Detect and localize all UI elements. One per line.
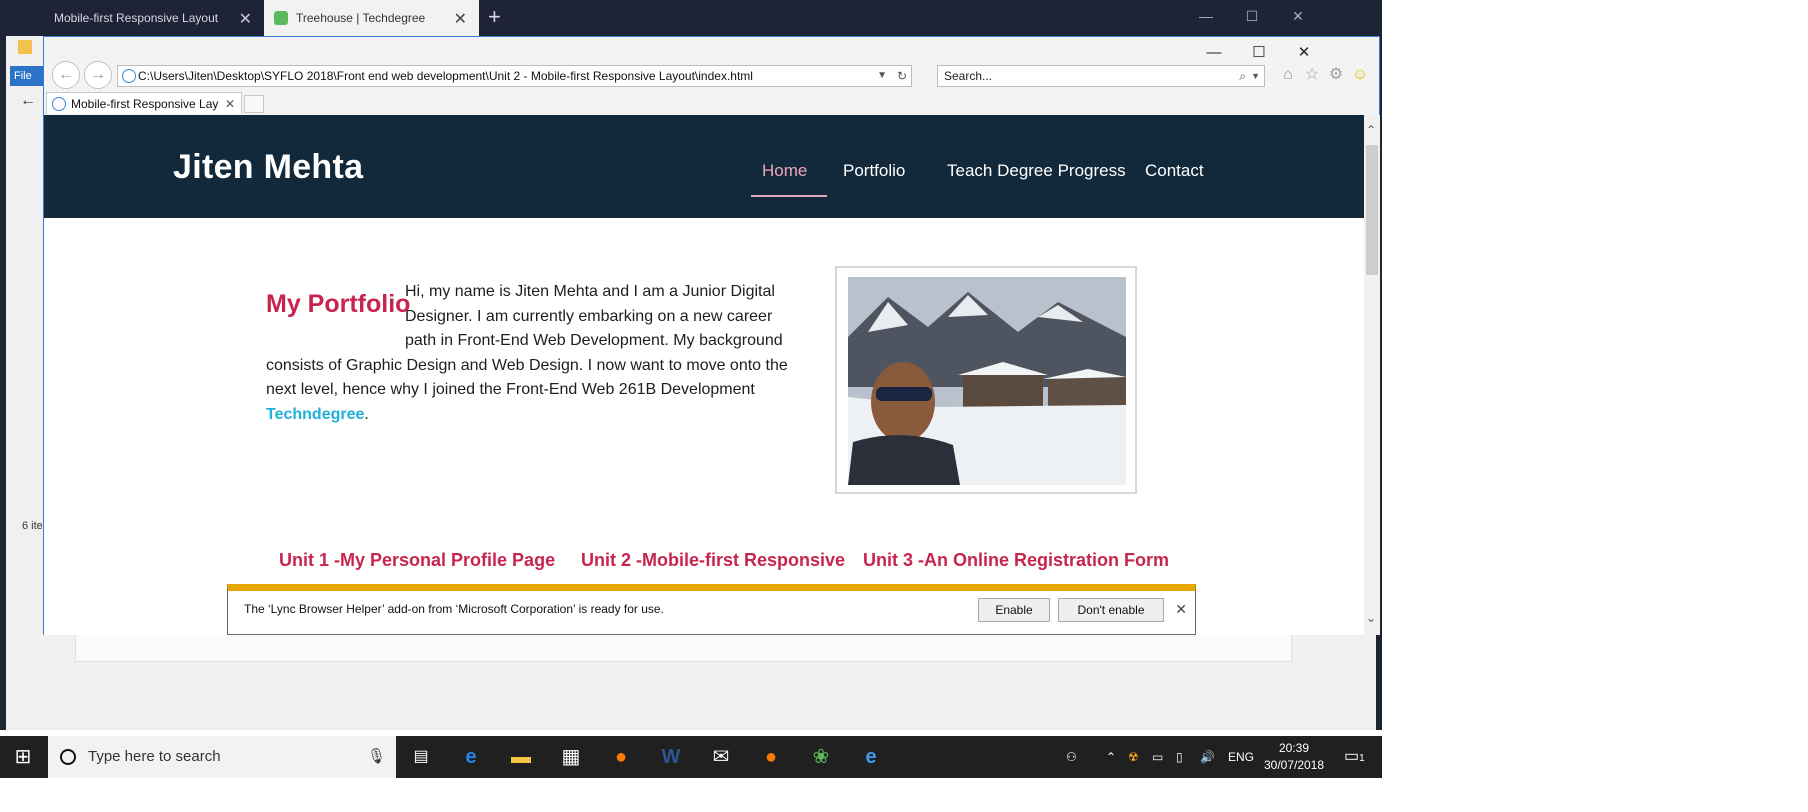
close-icon[interactable]: ✕ xyxy=(1291,43,1317,63)
language-indicator[interactable]: ENG xyxy=(1228,736,1254,778)
nav-contact[interactable]: Contact xyxy=(1145,161,1204,181)
chevron-up-icon[interactable]: ⌃ xyxy=(1106,736,1116,778)
notification-count: 1 xyxy=(1359,753,1365,764)
clock[interactable]: 20:39 30/07/2018 xyxy=(1262,740,1326,774)
nav-home[interactable]: Home xyxy=(762,161,807,181)
explorer-status: 6 ite xyxy=(22,520,43,532)
addon-notification-bar: The ‘Lync Browser Helper’ add-on from ‘M… xyxy=(227,584,1196,635)
battery-icon[interactable]: ▭ xyxy=(1152,736,1163,778)
nav-teach-degree-progress[interactable]: Teach Degree Progress xyxy=(947,161,1126,181)
home-icon[interactable]: ⌂ xyxy=(1278,65,1298,85)
windows-taskbar: ⊞ Type here to search 🎙 ▤ e ▬ ▦ ● W ✉ ● … xyxy=(0,736,1382,778)
maximize-icon[interactable]: ☐ xyxy=(1246,43,1272,63)
minimize-icon[interactable]: — xyxy=(1201,43,1227,63)
address-url: C:\Users\Jiten\Desktop\SYFLO 2018\Front … xyxy=(138,69,753,83)
search-input[interactable]: Search... ⌕ ▼ xyxy=(937,65,1265,87)
smiley-icon[interactable]: ☺ xyxy=(1350,65,1370,85)
treehouse-icon[interactable]: ❀ xyxy=(808,744,834,770)
store-icon[interactable]: ▦ xyxy=(558,744,584,770)
action-center-icon[interactable]: ▭1 xyxy=(1344,736,1365,778)
close-icon[interactable]: ✕ xyxy=(454,9,467,29)
unit-1-heading[interactable]: Unit 1 -My Personal Profile Page xyxy=(279,550,555,571)
bg-tab-label: Treehouse | Techdegree xyxy=(296,11,426,25)
firefox-icon[interactable]: ● xyxy=(758,744,784,770)
taskbar-search-placeholder: Type here to search xyxy=(88,748,221,765)
taskbar-search-input[interactable]: Type here to search 🎙 xyxy=(48,736,396,778)
nav-portfolio[interactable]: Portfolio xyxy=(843,161,905,181)
close-icon[interactable]: ✕ xyxy=(1286,6,1310,26)
active-nav-underline xyxy=(751,195,827,197)
vertical-scrollbar[interactable]: ⌃ ⌄ xyxy=(1364,115,1380,635)
search-placeholder: Search... xyxy=(944,69,993,83)
back-arrow-icon[interactable]: ← xyxy=(20,92,36,110)
bg-tab-label: Mobile-first Responsive Layout xyxy=(54,11,219,25)
close-icon[interactable]: ✕ xyxy=(225,93,235,115)
page-viewport: Jiten Mehta Home Portfolio Teach Degree … xyxy=(44,115,1364,635)
close-icon[interactable]: ✕ xyxy=(1175,601,1187,618)
unit-2-heading[interactable]: Unit 2 -Mobile-first Responsive xyxy=(581,550,845,571)
enable-button[interactable]: Enable xyxy=(978,598,1050,622)
close-icon[interactable]: ✕ xyxy=(239,9,252,29)
file-explorer-icon[interactable]: ▬ xyxy=(508,744,534,770)
site-header: Jiten Mehta Home Portfolio Teach Degree … xyxy=(44,115,1364,218)
bg-tab-treehouse[interactable]: Treehouse | Techdegree ✕ xyxy=(264,0,479,36)
site-brand[interactable]: Jiten Mehta xyxy=(173,148,363,187)
clock-date: 30/07/2018 xyxy=(1263,758,1325,772)
tray-app-icon[interactable]: ☢ xyxy=(1128,736,1139,778)
firefox-icon[interactable]: ● xyxy=(608,744,634,770)
volume-icon[interactable]: 🔊 xyxy=(1200,736,1215,778)
people-icon[interactable]: ⚇ xyxy=(1066,736,1077,778)
ie-tab-mobile-first[interactable]: Mobile-first Responsive Lay ✕ xyxy=(46,92,242,114)
ie-page-icon xyxy=(52,97,66,111)
internet-explorer-icon[interactable]: e xyxy=(858,744,884,770)
refresh-icon[interactable]: ↻ xyxy=(897,66,907,86)
ie-browser-window: — ☐ ✕ ← → C:\Users\Jiten\Desktop\SYFLO 2… xyxy=(43,36,1380,635)
scroll-up-icon[interactable]: ⌃ xyxy=(1366,123,1376,137)
ie-page-icon xyxy=(122,69,136,83)
dont-enable-button[interactable]: Don't enable xyxy=(1058,598,1164,622)
scroll-thumb[interactable] xyxy=(1366,145,1378,275)
clock-time: 20:39 xyxy=(1278,741,1310,755)
task-view-icon[interactable]: ▤ xyxy=(408,744,434,770)
network-icon[interactable]: ▯ xyxy=(1176,736,1183,778)
portfolio-title: My Portfolio xyxy=(266,290,411,318)
dropdown-icon[interactable]: ▼ xyxy=(877,66,887,86)
back-button[interactable]: ← xyxy=(52,61,80,89)
scroll-down-icon[interactable]: ⌄ xyxy=(1366,611,1376,625)
new-tab-button[interactable] xyxy=(244,95,264,113)
maximize-icon[interactable]: ☐ xyxy=(1240,6,1264,26)
mail-icon[interactable]: ✉ xyxy=(708,744,734,770)
address-bar[interactable]: C:\Users\Jiten\Desktop\SYFLO 2018\Front … xyxy=(117,65,912,87)
profile-photo-frame xyxy=(835,266,1137,494)
techdegree-link[interactable]: Techndegree xyxy=(266,406,364,423)
microphone-icon[interactable]: 🎙 xyxy=(367,736,386,778)
word-icon[interactable]: W xyxy=(658,744,684,770)
treehouse-favicon-icon xyxy=(274,11,288,25)
windows-start-icon[interactable]: ⊞ xyxy=(10,744,36,770)
notification-message: The ‘Lync Browser Helper’ add-on from ‘M… xyxy=(244,602,664,616)
gear-icon[interactable]: ⚙ xyxy=(1326,65,1346,85)
unit-3-heading[interactable]: Unit 3 -An Online Registration Form xyxy=(863,550,1169,571)
intro-end: . xyxy=(364,405,369,423)
forward-button[interactable]: → xyxy=(84,61,112,89)
bg-tab-mobile-first[interactable]: Mobile-first Responsive Layout ✕ xyxy=(44,0,264,36)
new-tab-button[interactable]: + xyxy=(488,4,501,30)
minimize-icon[interactable]: — xyxy=(1194,6,1218,26)
folder-icon xyxy=(18,40,32,54)
search-icon[interactable]: ⌕ xyxy=(1239,66,1246,86)
profile-photo xyxy=(848,277,1126,485)
ie-tab-label: Mobile-first Responsive Lay xyxy=(71,97,219,111)
dropdown-icon[interactable]: ▼ xyxy=(1251,66,1260,86)
favorites-icon[interactable]: ☆ xyxy=(1302,65,1322,85)
cortana-icon xyxy=(60,749,76,765)
edge-icon[interactable]: e xyxy=(458,744,484,770)
